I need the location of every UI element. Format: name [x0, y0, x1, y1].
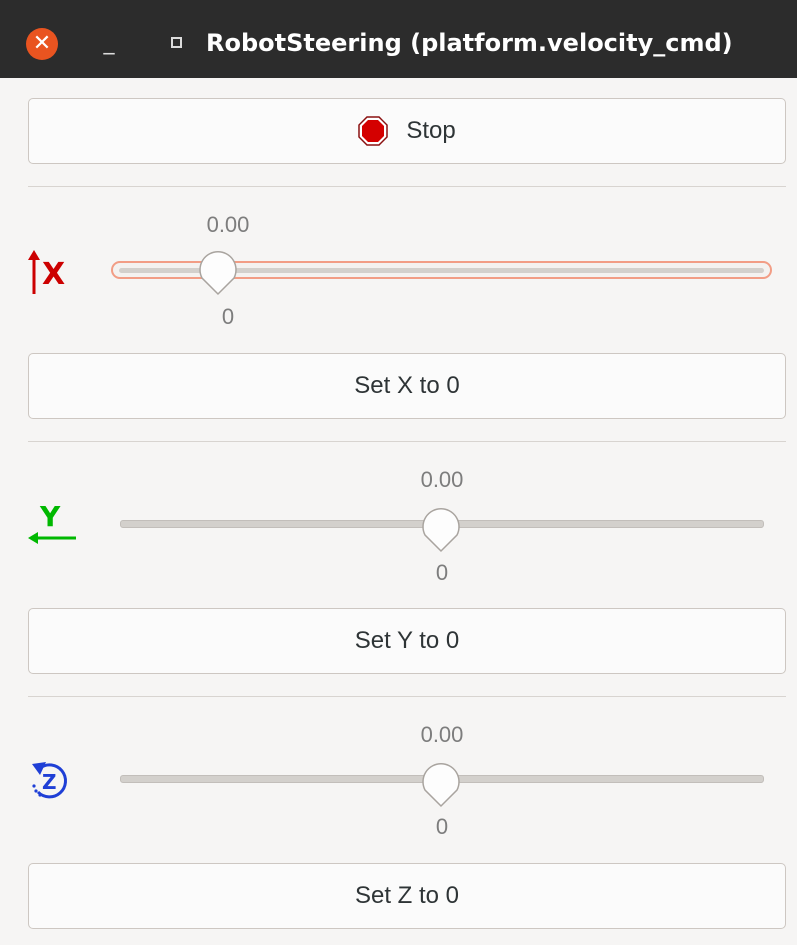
- z-zero-tick: 0: [435, 814, 449, 839]
- x-zero-tick: 0: [221, 304, 235, 329]
- set-y-zero-button[interactable]: Set Y to 0: [28, 608, 786, 674]
- y-slider-handle[interactable]: [421, 505, 461, 553]
- stop-sign-icon: [358, 116, 389, 146]
- set-y-zero-label: Set Y to 0: [354, 627, 460, 654]
- set-z-zero-button[interactable]: Set Z to 0: [28, 863, 786, 929]
- stop-button[interactable]: Stop: [28, 98, 786, 164]
- window-close-button[interactable]: ✕: [26, 28, 58, 60]
- window-minimize-button[interactable]: _: [100, 28, 118, 58]
- z-value-label: 0.00: [420, 722, 464, 747]
- x-slider-handle[interactable]: [198, 248, 238, 296]
- arrow-up-x-icon: X: [28, 250, 65, 294]
- z-axis-letter: Z: [42, 770, 57, 794]
- z-slider-handle[interactable]: [421, 760, 461, 808]
- arrow-left-y-icon: Y: [28, 500, 76, 544]
- separator: [28, 186, 786, 187]
- separator: [28, 696, 786, 697]
- separator: [28, 441, 786, 442]
- y-zero-tick: 0: [435, 560, 449, 585]
- rotate-z-icon: Z: [32, 762, 67, 799]
- y-value-label: 0.00: [420, 467, 464, 492]
- window-title: RobotSteering (platform.velocity_cmd): [206, 29, 733, 57]
- x-axis-letter: X: [42, 257, 65, 292]
- window-maximize-button[interactable]: [171, 37, 182, 48]
- y-axis-letter: Y: [39, 500, 61, 533]
- stop-label: Stop: [406, 117, 456, 144]
- set-x-zero-label: Set X to 0: [354, 372, 460, 399]
- x-value-label: 0.00: [206, 212, 250, 237]
- set-x-zero-button[interactable]: Set X to 0: [28, 353, 786, 419]
- title-bar: ✕ _ RobotSteering (platform.velocity_cmd…: [0, 0, 797, 78]
- set-z-zero-label: Set Z to 0: [354, 882, 460, 909]
